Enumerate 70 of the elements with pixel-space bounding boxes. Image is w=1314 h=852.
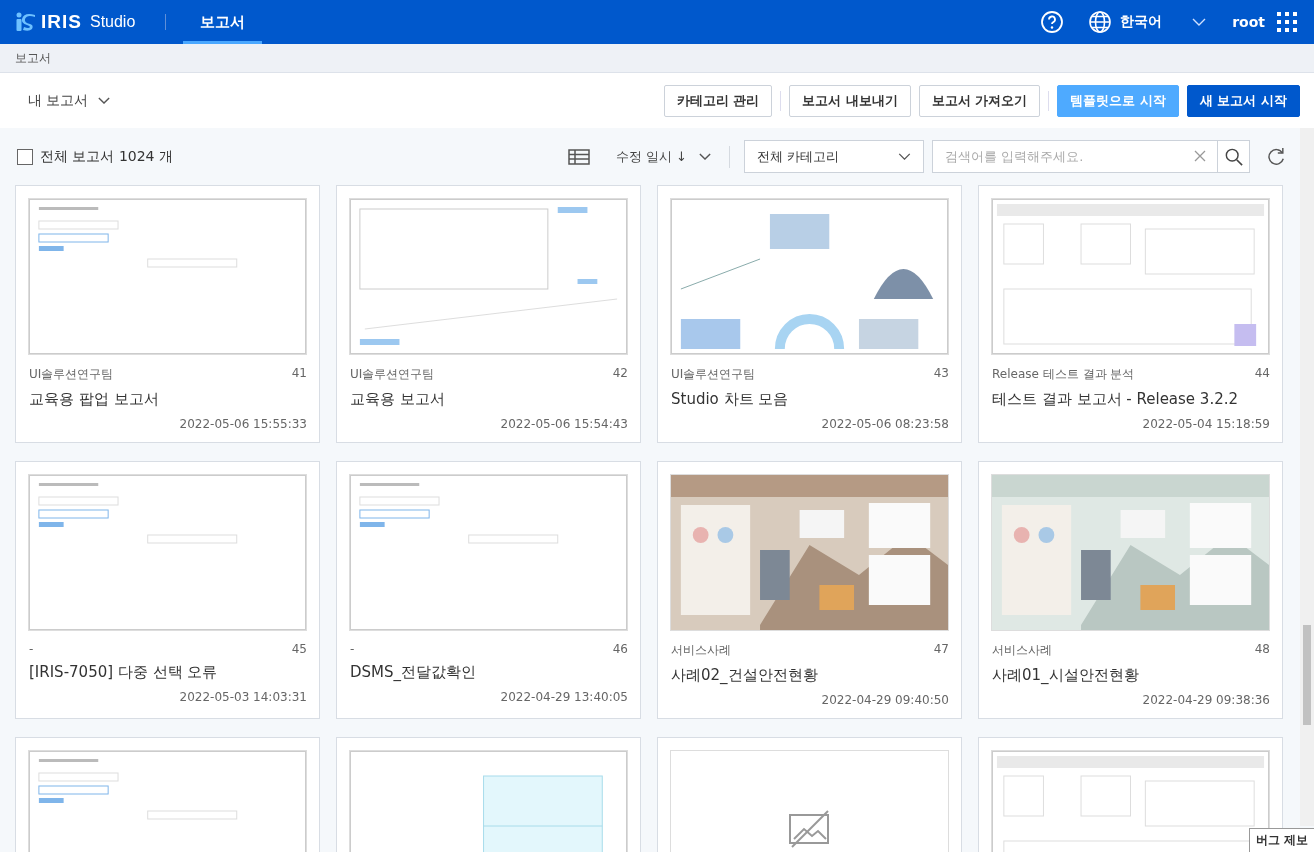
card-category: UI솔루션연구팀: [350, 366, 435, 383]
breadcrumb: 보고서: [15, 49, 51, 67]
language-selector[interactable]: 한국어: [1120, 13, 1163, 31]
report-card[interactable]: UI솔루션연구팀 42 교육용 보고서 2022-05-06 15:54:43: [336, 185, 641, 443]
card-category: UI솔루션연구팀: [29, 366, 114, 383]
card-title: [IRIS-7050] 다중 선택 오류: [29, 663, 219, 682]
card-title: 사례01_시설안전현황: [992, 666, 1140, 685]
card-category: 서비스사례: [671, 642, 731, 659]
card-date: 2022-05-03 14:03:31: [178, 690, 307, 704]
select-all-checkbox[interactable]: 전체 보고서 1024 개: [17, 147, 173, 166]
bug-report-button[interactable]: 버그 제보: [1248, 828, 1314, 852]
apps-grid-icon[interactable]: [1277, 12, 1297, 32]
card-category: UI솔루션연구팀: [671, 366, 756, 383]
report-card[interactable]: UI솔루션연구팀 41 교육용 팝업 보고서 2022-05-06 15:55:33: [15, 185, 320, 443]
card-number: 45: [291, 642, 307, 656]
search-icon: [1224, 147, 1243, 166]
list-view-icon[interactable]: [567, 148, 590, 165]
sort-dropdown[interactable]: 수정 일시 ↓: [615, 147, 711, 166]
card-number: 42: [612, 366, 628, 382]
card-date: 2022-05-06 15:54:43: [499, 417, 628, 431]
scope-dropdown[interactable]: 내 보고서: [28, 91, 111, 110]
card-date: 2022-04-29 13:40:05: [499, 690, 628, 704]
card-date: 2022-05-06 15:55:33: [178, 417, 307, 431]
card-number: 46: [612, 642, 628, 656]
card-number: 44: [1254, 366, 1270, 382]
card-number: 48: [1254, 642, 1270, 658]
chevron-down-icon: [699, 153, 711, 160]
user-name[interactable]: root: [1232, 14, 1265, 30]
card-title: 사례02_건설안전현황: [671, 666, 819, 685]
chevron-down-icon: [898, 153, 911, 160]
globe-icon[interactable]: [1088, 10, 1113, 34]
toolbar-button[interactable]: 보고서 내보내기: [789, 84, 911, 117]
report-card[interactable]: - 45 [IRIS-7050] 다중 선택 오류 2022-05-03 14:03:31: [15, 461, 320, 719]
chevron-down-icon[interactable]: [1192, 18, 1207, 26]
card-title: 교육용 팝업 보고서: [29, 390, 160, 409]
search-button[interactable]: [1218, 140, 1250, 173]
card-title: DSMS_전달값확인: [350, 663, 478, 682]
toolbar-button[interactable]: 카테고리 관리: [663, 84, 773, 117]
category-dropdown[interactable]: 전체 카테고리: [744, 140, 924, 173]
card-number: 41: [291, 366, 307, 382]
card-date: 2022-04-29 09:40:50: [820, 693, 949, 707]
logo-text: IRIS: [41, 11, 82, 33]
no-image-icon: [787, 808, 832, 849]
card-category: -: [350, 642, 355, 656]
report-card[interactable]: 서비스사례 48 사례01_시설안전현황 2022-04-29 09:38:36: [978, 461, 1283, 719]
chevron-down-icon: [98, 97, 111, 104]
card-category: Release 테스트 결과 분석: [992, 366, 1135, 383]
report-card[interactable]: Release 테스트 결과 분석 44 테스트 결과 보고서 - Release 3.2.2 2022-05-04 15:18:59: [978, 185, 1283, 443]
card-number: 47: [933, 642, 949, 658]
report-card[interactable]: - 46 DSMS_전달값확인 2022-04-29 13:40:05: [336, 461, 641, 719]
product-name: Studio: [89, 13, 136, 31]
report-card[interactable]: 서비스사례 47 사례02_건설안전현황 2022-04-29 09:40:50: [657, 461, 962, 719]
toolbar-button[interactable]: 보고서 가져오기: [918, 84, 1041, 117]
search-field[interactable]: 검색어를 입력해주세요.: [932, 140, 1218, 173]
logo-icon: [15, 12, 37, 32]
card-title: 테스트 결과 보고서 - Release 3.2.2: [992, 390, 1240, 409]
refresh-icon[interactable]: [1266, 146, 1286, 167]
card-title: 교육용 보고서: [350, 390, 446, 409]
scrollbar[interactable]: [1300, 128, 1314, 826]
card-category: 서비스사례: [992, 642, 1052, 659]
help-icon[interactable]: [1040, 10, 1065, 34]
card-number: 43: [933, 366, 949, 382]
card-title: Studio 차트 모음: [671, 390, 790, 409]
card-date: 2022-05-06 08:23:58: [820, 417, 949, 431]
toolbar-button[interactable]: 새 보고서 시작: [1186, 84, 1300, 117]
card-date: 2022-04-29 09:38:36: [1141, 693, 1270, 707]
report-card[interactable]: UI솔루션연구팀 43 Studio 차트 모음 2022-05-06 08:23:58: [657, 185, 962, 443]
card-category: -: [29, 642, 34, 656]
clear-icon[interactable]: [1194, 150, 1206, 162]
card-date: 2022-05-04 15:18:59: [1141, 417, 1270, 431]
